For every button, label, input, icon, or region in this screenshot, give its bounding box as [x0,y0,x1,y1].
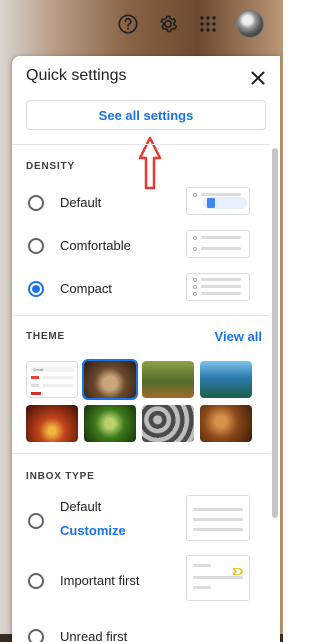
quick-settings-panel: Quick settings See all settings DENSITY … [12,56,280,642]
divider [12,315,270,316]
settings-scroll-area[interactable]: DENSITY Default Comfortable Compact THEM… [12,144,270,642]
close-icon [251,71,265,85]
inbox-radio-important-first[interactable] [28,573,44,589]
inbox-type-title: INBOX TYPE [26,471,95,482]
view-all-themes-link[interactable]: View all [215,329,262,344]
inbox-preview-default [186,495,250,541]
theme-thumb-default[interactable]: Gmail [26,361,78,398]
important-marker-icon [231,562,245,576]
close-button[interactable] [248,68,268,88]
theme-title: THEME [26,331,65,342]
gmail-thumb-label: Gmail [33,367,44,372]
divider [12,453,270,454]
help-icon[interactable] [116,12,140,36]
inbox-preview-important-first [186,555,250,601]
density-preview-default [186,187,250,215]
scrollbar[interactable] [272,148,278,518]
theme-thumb-leaf[interactable] [84,405,136,442]
density-preview-compact [186,273,250,301]
density-label-default: Default [60,195,102,210]
theme-thumb-canyon[interactable] [26,405,78,442]
theme-thumb-chess[interactable] [82,359,138,400]
density-title: DENSITY [26,161,75,172]
theme-thumb-forest[interactable] [142,361,194,398]
inbox-radio-unread-first[interactable] [28,629,44,642]
panel-header: Quick settings [12,56,280,96]
panel-title: Quick settings [26,67,127,84]
theme-thumb-autumn[interactable] [200,405,252,442]
density-radio-compact[interactable] [28,281,44,297]
inbox-radio-default[interactable] [28,513,44,529]
inbox-label-default: Default [60,499,102,514]
density-preview-comfortable [186,230,250,258]
top-bar [0,0,283,48]
apps-grid-icon[interactable] [196,12,220,36]
customize-link[interactable]: Customize [60,523,126,538]
density-radio-comfortable[interactable] [28,238,44,254]
avatar[interactable] [236,10,264,38]
density-radio-default[interactable] [28,195,44,211]
inbox-label-important-first: Important first [60,573,140,588]
theme-thumb-tubes[interactable] [142,405,194,442]
density-label-compact: Compact [60,281,113,296]
density-label-comfortable: Comfortable [60,238,131,253]
inbox-label-unread-first: Unread first [60,629,128,642]
theme-thumb-lake[interactable] [200,361,252,398]
gear-icon[interactable] [156,12,180,36]
see-all-settings-button[interactable]: See all settings [26,100,266,130]
